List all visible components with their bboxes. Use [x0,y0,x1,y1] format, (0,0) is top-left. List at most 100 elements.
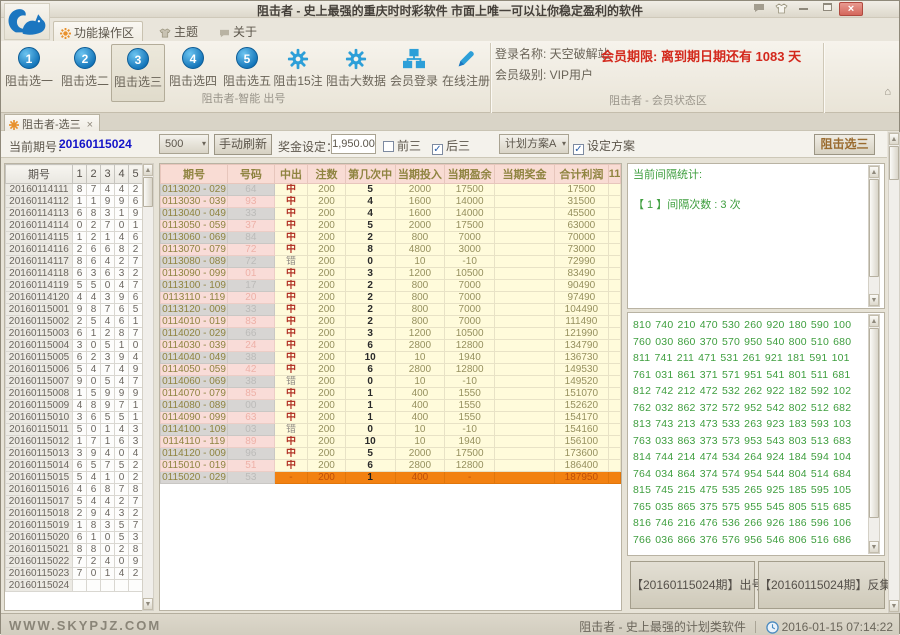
table-row[interactable]: 2016011501465752 [6,460,143,472]
scroll-down-icon[interactable]: ▼ [143,598,153,610]
close-button[interactable]: × [839,2,863,16]
table-row[interactable]: 0113090 - 09901中200312001050083490 [161,268,621,280]
table-row[interactable]: 2016011500198765 [6,304,143,316]
table-row[interactable]: 2016011501036551 [6,412,143,424]
table-row[interactable]: 0114030 - 03924中2006280012800134790 [161,340,621,352]
table-row[interactable]: 2016011501554102 [6,472,143,484]
ribbon-tab-functions[interactable]: 功能操作区 [53,21,143,41]
comment-icon[interactable] [749,2,769,16]
table-row[interactable]: 2016011500815999 [6,388,143,400]
anti-set-button[interactable]: 【20160115024期】反集 [758,561,885,609]
window-scrollbar[interactable]: ▲ ▼ [888,132,900,613]
table-row[interactable]: 0115010 - 01951中2006280012800186400 [161,460,621,472]
stats-scrollbar[interactable]: ▲ ▼ [868,165,880,307]
table-row[interactable]: 2016011502272409 [6,556,143,568]
table-row[interactable]: 0113050 - 05937中200520001750063000 [161,220,621,232]
manual-refresh-button[interactable]: 手动刷新 [214,134,272,155]
table-row[interactable]: 2016011412044396 [6,292,143,304]
table-row[interactable]: 0114110 - 11989中20010101940156100 [161,436,621,448]
scroll-up-icon[interactable]: ▲ [869,166,879,178]
table-row[interactable]: 0114020 - 02966中2003120010500121990 [161,328,621,340]
table-row[interactable]: 0113080 - 08972错200010-1072990 [161,256,621,268]
tab-close-icon[interactable]: × [87,119,93,131]
scroll-down-icon[interactable]: ▼ [869,541,879,553]
table-row[interactable]: 0114040 - 04938中20010101940136730 [161,352,621,364]
table-row[interactable]: 2016011411512146 [6,232,143,244]
table-row[interactable]: 2016011500361287 [6,328,143,340]
table-row[interactable]: 2016011500225461 [6,316,143,328]
table-row[interactable]: 0114070 - 07985中20014001550151070 [161,388,621,400]
table-row[interactable]: 2016011500948971 [6,400,143,412]
table-row[interactable]: 2016011411211996 [6,196,143,208]
table-row[interactable]: 0113040 - 04933中200416001400045500 [161,208,621,220]
table-row[interactable]: 2016011502061053 [6,532,143,544]
table-row[interactable]: 0113070 - 07972中20084800300073000 [161,244,621,256]
table-row[interactable]: 2016011502370142 [6,568,143,580]
table-row[interactable]: 2016011411402701 [6,220,143,232]
minimize-button[interactable] [793,2,813,16]
plan-select[interactable]: 计划方案A ▾ [499,134,569,154]
scroll-up-icon[interactable]: ▲ [869,315,879,327]
table-row[interactable]: 0114050 - 05942中2006280012800149530 [161,364,621,376]
back3-checkbox[interactable]: ✓后三 [432,137,470,155]
table-row[interactable]: 0114060 - 06938错200010-10149520 [161,376,621,388]
numbers-scrollbar[interactable]: ▲ ▼ [868,314,880,554]
scroll-thumb[interactable] [869,328,879,518]
scroll-up-icon[interactable]: ▲ [143,164,153,176]
theme-shirt-icon[interactable] [771,2,791,16]
scroll-down-icon[interactable]: ▼ [869,294,879,306]
ribbon-collapse-icon[interactable]: ⌂ [884,86,891,98]
table-row[interactable]: 2016011411863632 [6,268,143,280]
ribbon-button-pick1[interactable]: 1 阻击选一 [3,44,55,102]
table-row[interactable]: 0113060 - 06984中2002800700070000 [161,232,621,244]
table-row[interactable]: 2016011411368319 [6,208,143,220]
scroll-thumb[interactable] [889,146,899,180]
table-row[interactable]: 0113110 - 11920中2002800700097490 [161,292,621,304]
table-row[interactable]: 2016011501829432 [6,508,143,520]
table-row[interactable]: 2016011501339404 [6,448,143,460]
table-row[interactable]: 2016011501754427 [6,496,143,508]
table-row[interactable]: 2016011411955047 [6,280,143,292]
table-row[interactable]: 0114100 - 10903错200010-10154160 [161,424,621,436]
table-row[interactable]: 2016011500430510 [6,340,143,352]
snipe-pick3-button[interactable]: 阻击选三 [814,134,875,155]
table-row[interactable]: 0114120 - 00996中2005200017500173600 [161,448,621,460]
table-row[interactable]: 2016011411626682 [6,244,143,256]
issue-number-button[interactable]: 【20160115024期】出号 [630,561,755,609]
table-row[interactable]: 2016011500654749 [6,364,143,376]
scroll-thumb[interactable] [869,179,879,277]
table-row[interactable]: 0113020 - 02964中200520001750017500 [161,184,621,196]
table-row[interactable]: 0113120 - 00933中20028007000104490 [161,304,621,316]
front3-checkbox[interactable]: 前三 [383,137,421,154]
table-row[interactable]: 2016011411786427 [6,256,143,268]
setplan-checkbox[interactable]: ✓设定方案 [573,137,635,155]
table-row[interactable]: 2016011501150143 [6,424,143,436]
table-row[interactable]: 0115020 - 02953-2001400-187950 [161,472,621,484]
doc-tab-pick3[interactable]: 阻击者-选三× [4,114,100,131]
scroll-down-icon[interactable]: ▼ [889,600,899,612]
history-scrollbar[interactable]: ▲ ▼ [142,163,154,611]
table-row[interactable]: 0114080 - 08900中20014001550152620 [161,400,621,412]
table-row[interactable]: 2016011501217163 [6,436,143,448]
prize-input[interactable]: 1,950.00 [331,134,376,154]
scroll-up-icon[interactable]: ▲ [889,133,899,145]
table-row[interactable]: 20160115024 [6,580,143,592]
ribbon-button-pick2[interactable]: 2 阻击选二 [59,44,111,102]
count-select[interactable]: 500 ▾ [159,134,209,154]
ribbon-tab-theme[interactable]: 主题 [153,21,206,41]
table-row[interactable]: 2016011501646878 [6,484,143,496]
table-row[interactable]: 2016011501918357 [6,520,143,532]
ribbon-button-member-login[interactable]: 会员登录 [389,44,439,102]
table-row[interactable]: 2016011500790547 [6,376,143,388]
maximize-button[interactable] [817,2,837,16]
table-row[interactable]: 0114010 - 01983中20028007000111490 [161,316,621,328]
table-row[interactable]: 2016011500562394 [6,352,143,364]
table-row[interactable]: 0114090 - 09963中20014001550154170 [161,412,621,424]
table-row[interactable]: 0113030 - 03993中200416001400031500 [161,196,621,208]
scroll-thumb[interactable] [143,177,153,207]
table-row[interactable]: 2016011502188028 [6,544,143,556]
ribbon-button-register[interactable]: 在线注册 [441,44,491,102]
table-row[interactable]: 0113100 - 10917中2002800700090490 [161,280,621,292]
ribbon-tab-about[interactable]: 关于 [213,21,265,41]
table-row[interactable]: 2016011411187442 [6,184,143,196]
